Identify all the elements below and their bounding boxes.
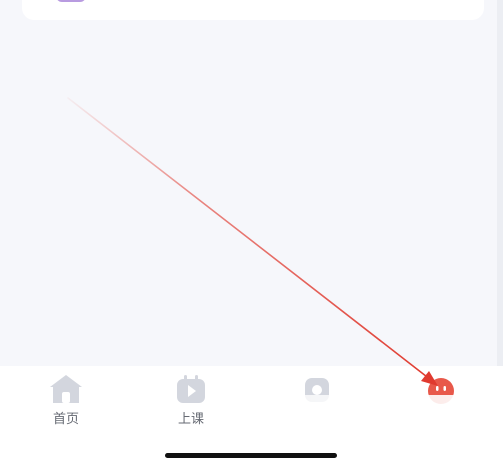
annotation-arrow [67,97,438,386]
home-indicator [165,453,337,458]
